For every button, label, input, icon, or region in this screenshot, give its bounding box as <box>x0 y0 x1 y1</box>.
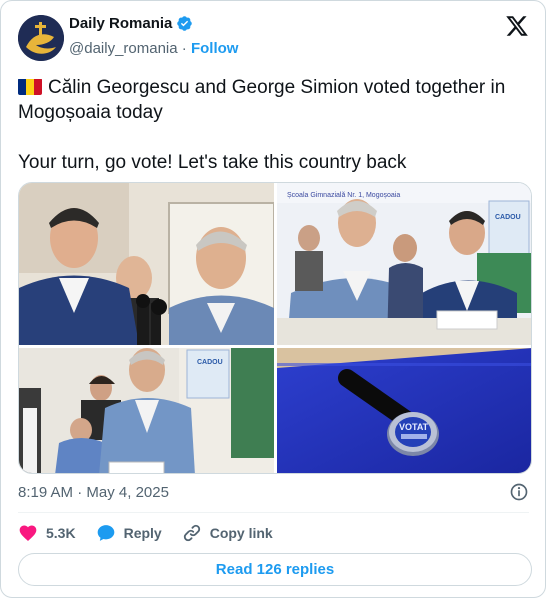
like-count: 5.3K <box>46 525 76 541</box>
like-button[interactable]: 5.3K <box>18 523 76 543</box>
author-display-name[interactable]: Daily Romania <box>69 15 172 32</box>
photo-voting-stamp: VOTAT <box>277 348 531 473</box>
reply-label: Reply <box>123 525 162 541</box>
action-bar: 5.3K Reply Copy link <box>18 522 293 544</box>
photo-two-men-speaking <box>19 183 274 345</box>
tweet-line-2: Your turn, go vote! Let's take this coun… <box>18 152 407 173</box>
stamp-text: VOTAT <box>399 422 429 432</box>
media-grid: Școala Gimnazială Nr. 1, Mogoșoaia CADOU <box>18 182 532 474</box>
copy-link-label: Copy link <box>209 525 273 541</box>
photo-voting-table: Școala Gimnazială Nr. 1, Mogoșoaia CADOU <box>277 183 531 345</box>
read-replies-button[interactable]: Read 126 replies <box>18 553 532 586</box>
tweet-text: Călin Georgescu and George Simion voted … <box>18 75 533 175</box>
media-photo-4[interactable]: VOTAT <box>277 348 531 473</box>
reply-bubble-icon <box>97 525 114 541</box>
poster-text-3: CADOU <box>197 359 223 366</box>
tweet-date: May 4, 2025 <box>86 484 169 501</box>
reply-button[interactable]: Reply <box>96 523 162 543</box>
media-photo-1[interactable] <box>19 183 274 345</box>
author-handle-row: @daily_romania · Follow <box>69 40 238 57</box>
follow-button[interactable]: Follow <box>191 40 239 57</box>
tweet-line-1-text: Călin Georgescu and George Simion voted … <box>18 77 506 123</box>
tweet-time: 8:19 AM <box>18 484 74 501</box>
media-photo-3[interactable]: CADOU <box>19 348 274 473</box>
tweet-line-1: Călin Georgescu and George Simion voted … <box>18 75 533 125</box>
handle-separator: · <box>181 40 187 57</box>
poster-text-2: CADOU <box>495 214 521 221</box>
avatar-logo-icon <box>18 15 64 61</box>
meta-separator: · <box>77 484 83 501</box>
school-sign-text: Școala Gimnazială Nr. 1, Mogoșoaia <box>287 192 400 199</box>
tweet-timestamp[interactable]: 8:19 AM · May 4, 2025 <box>18 484 169 501</box>
photo-man-reading-ballot: CADOU <box>19 348 274 473</box>
tweet-card: Daily Romania @daily_romania · Follow Că… <box>0 0 546 598</box>
media-photo-2[interactable]: Școala Gimnazială Nr. 1, Mogoșoaia CADOU <box>277 183 531 345</box>
info-icon[interactable] <box>509 482 529 502</box>
author-avatar[interactable] <box>18 15 64 61</box>
divider <box>18 512 529 513</box>
copy-link-button[interactable]: Copy link <box>182 523 273 543</box>
x-logo-icon[interactable] <box>505 14 529 38</box>
author-name-row: Daily Romania <box>69 15 193 32</box>
link-icon <box>183 524 200 542</box>
heart-icon <box>19 525 37 541</box>
romania-flag-icon <box>18 78 42 95</box>
author-handle[interactable]: @daily_romania <box>69 40 178 57</box>
verified-badge-icon <box>177 16 193 31</box>
